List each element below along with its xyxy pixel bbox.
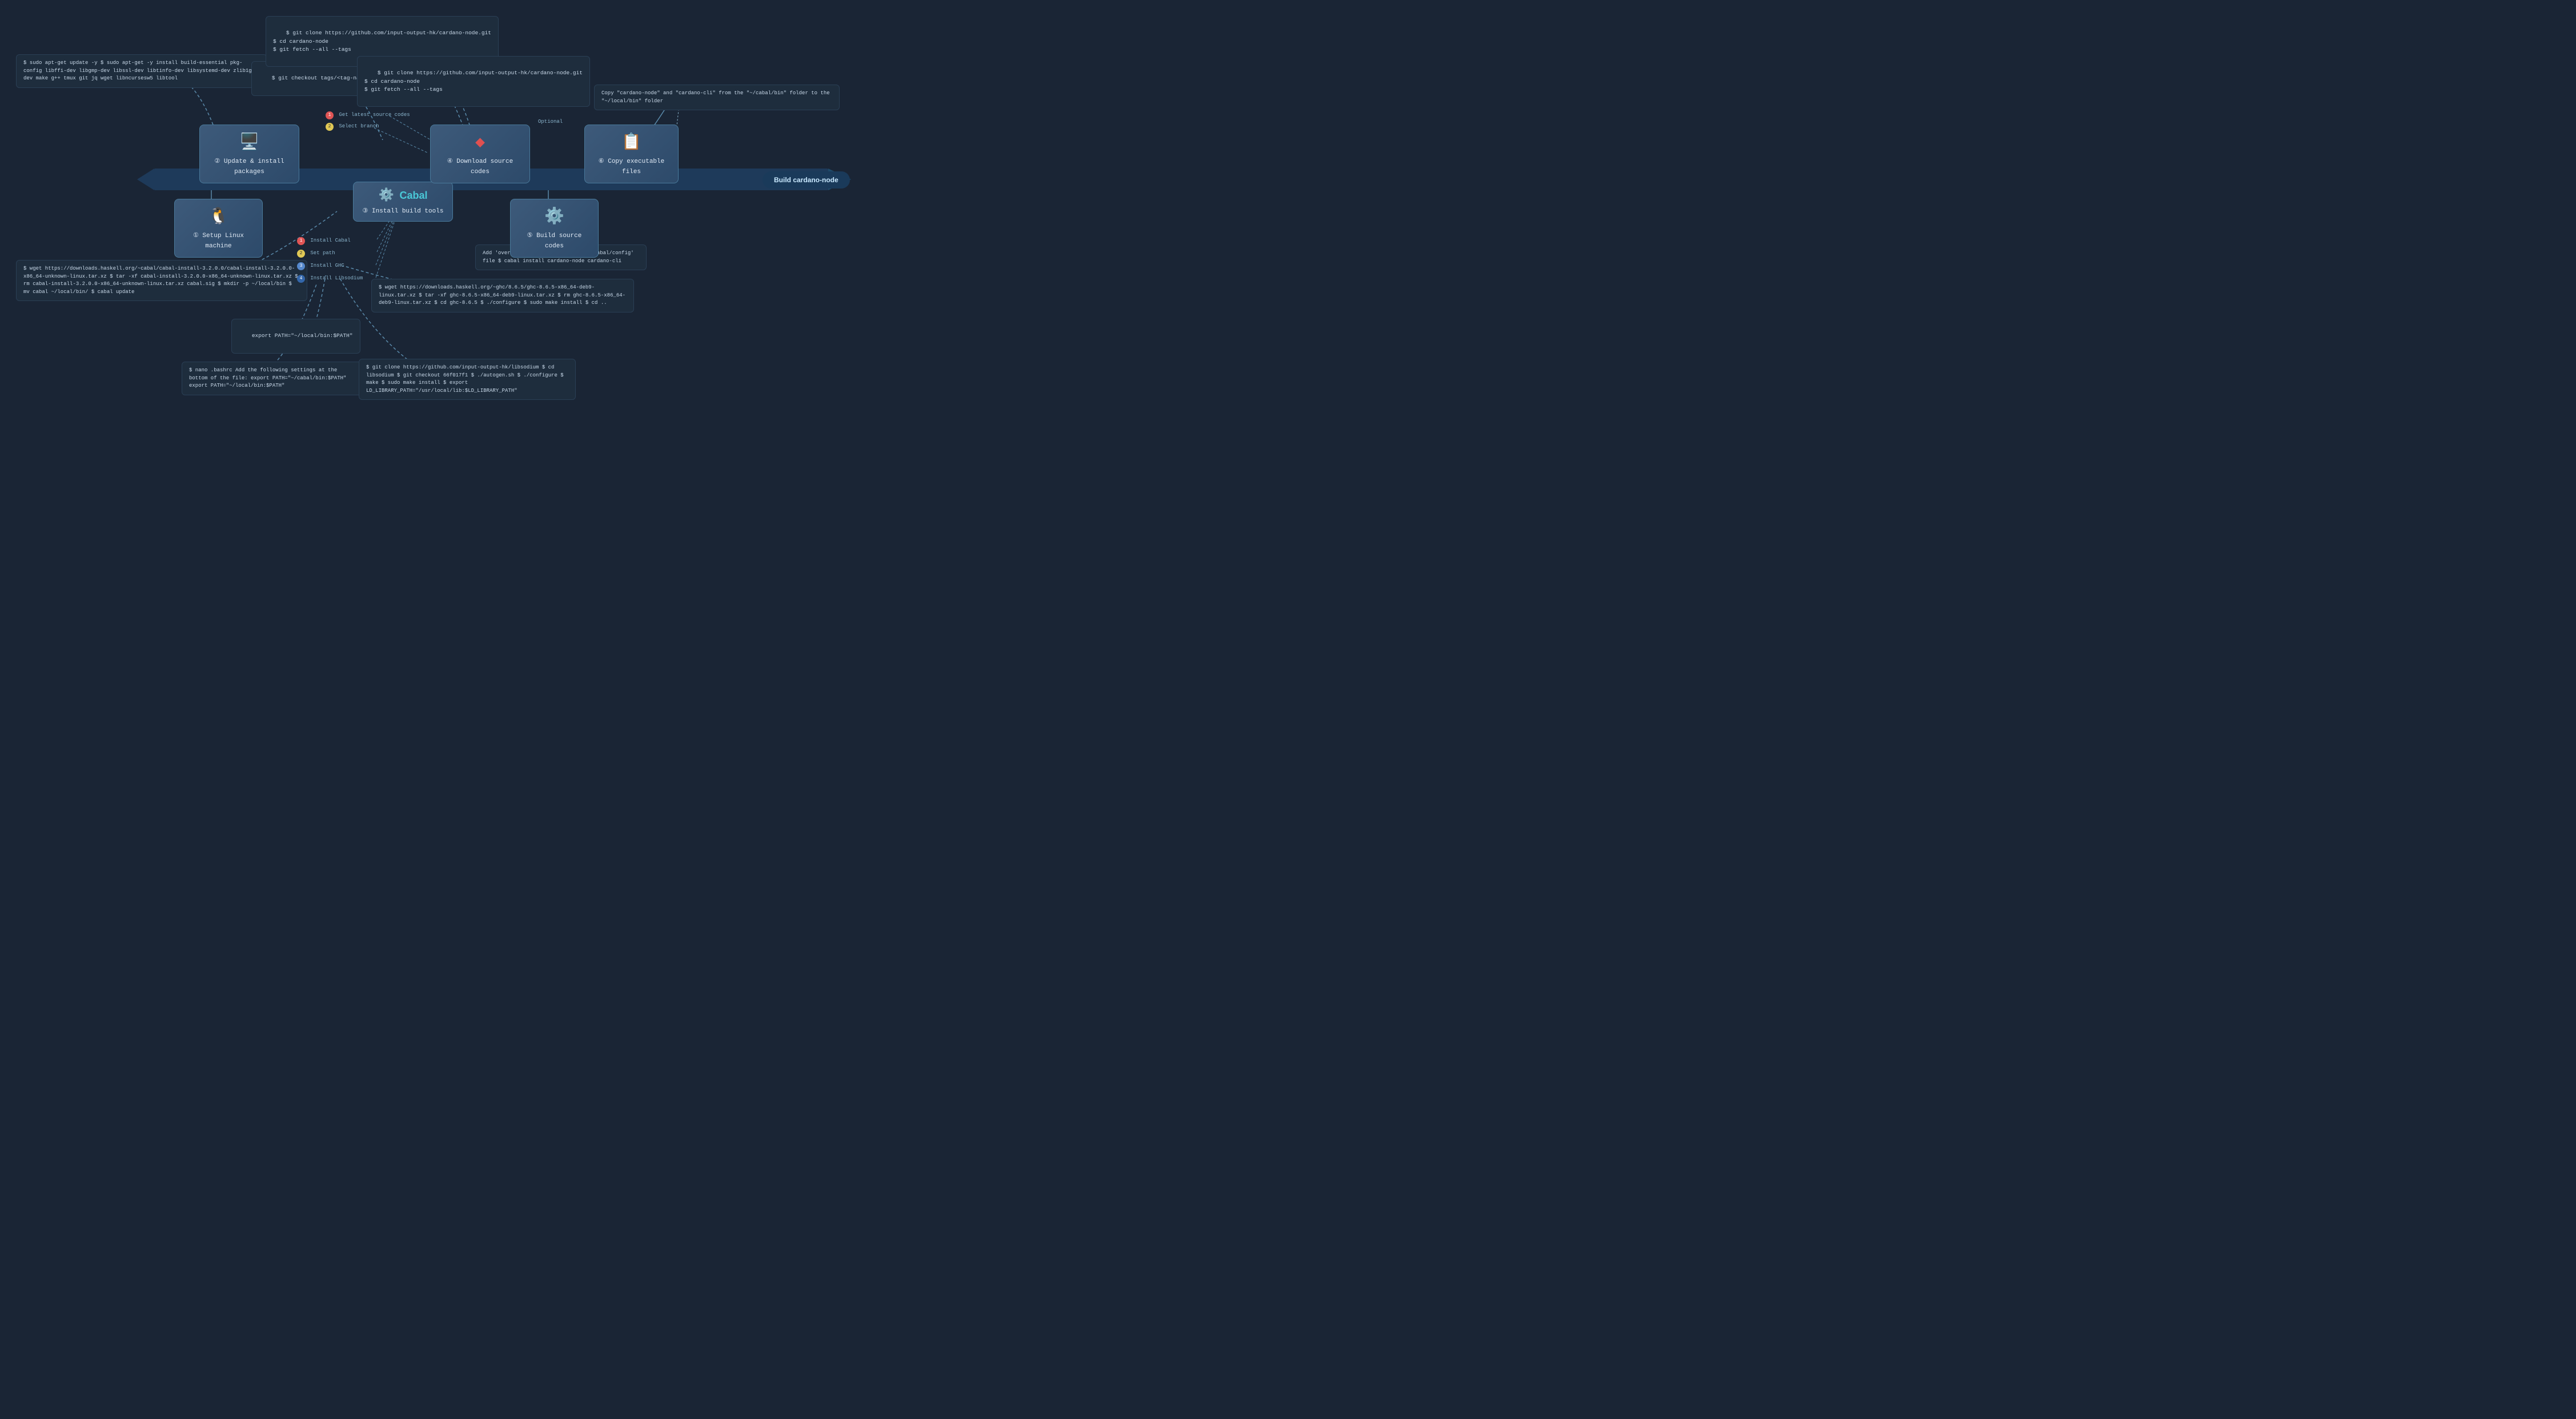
cabal-text: Cabal: [399, 190, 427, 201]
num-get-latest: 1: [326, 111, 334, 119]
optional-text: Optional: [538, 119, 563, 125]
label-get-latest-text: Get latest source codes: [339, 112, 410, 118]
copy-icon: 📋: [596, 132, 667, 152]
gear-icon: ⚙️: [522, 206, 587, 226]
code-copy: Copy "cardano-node" and "cardano-cli" fr…: [594, 85, 840, 110]
code-apt-update-text: $ sudo apt-get update -y $ sudo apt-get …: [23, 60, 255, 81]
label-set-path-text: Set path: [310, 250, 335, 256]
code-ghc-install-text: $ wget https://downloads.haskell.org/~gh…: [379, 284, 625, 306]
label-install-libsodium-text: Install Libsodium: [310, 275, 363, 281]
label-set-path: 2 Set path: [297, 250, 335, 258]
num-install-libsodium: 4: [297, 275, 305, 283]
monitor-icon: 🖥️: [211, 132, 287, 152]
diamond-icon: ◆: [442, 132, 518, 152]
node-build-source[interactable]: ⚙️ ⑤ Build source codes: [510, 199, 599, 258]
label-install-ghc: 3 Install GHC: [297, 262, 344, 270]
code-libsodium-text: $ git clone https://github.com/input-out…: [366, 364, 564, 394]
cabal-logo-area: ⚙️ Cabal: [362, 188, 444, 203]
node-copy-files-label: ⑥ Copy executable files: [599, 158, 664, 175]
node-setup-linux[interactable]: 🐧 ① Setup Linux machine: [174, 199, 263, 258]
label-install-cabal: 1 Install Cabal: [297, 237, 351, 245]
code-export-path: export PATH="~/local/bin:$PATH": [231, 319, 360, 354]
num-set-path: 2: [297, 250, 305, 258]
code-clone-1-text: $ git clone https://github.com/input-out…: [273, 30, 491, 53]
cabal-icon: ⚙️: [378, 189, 394, 203]
code-libsodium: $ git clone https://github.com/input-out…: [359, 359, 576, 400]
linux-icon: 🐧: [186, 206, 251, 226]
node-update-packages[interactable]: 🖥️ ② Update & install packages: [199, 125, 299, 183]
workflow-canvas: Build cardano-node $ sudo apt-get update…: [0, 0, 860, 473]
label-install-ghc-text: Install GHC: [310, 263, 344, 268]
code-clone-2: $ git clone https://github.com/input-out…: [357, 56, 590, 107]
label-select-branch: 2 Select branch: [326, 123, 379, 131]
node-install-build-tools-label: ③ Install build tools: [363, 208, 444, 215]
output-label-text: Build cardano-node: [774, 176, 838, 184]
node-setup-linux-label: ① Setup Linux machine: [193, 233, 244, 250]
label-get-latest: 1 Get latest source codes: [326, 111, 410, 119]
node-build-source-label: ⑤ Build source codes: [527, 233, 582, 250]
label-install-libsodium: 4 Install Libsodium: [297, 275, 363, 283]
code-apt-update: $ sudo apt-get update -y $ sudo apt-get …: [16, 54, 267, 88]
node-install-build-tools[interactable]: ⚙️ Cabal ③ Install build tools: [353, 182, 453, 222]
num-install-cabal: 1: [297, 237, 305, 245]
code-cabal-install: $ wget https://downloads.haskell.org/~ca…: [16, 260, 307, 301]
code-export-path-text: export PATH="~/local/bin:$PATH": [252, 332, 353, 339]
num-select-branch: 2: [326, 123, 334, 131]
code-ghc-install: $ wget https://downloads.haskell.org/~gh…: [371, 279, 634, 312]
num-install-ghc: 3: [297, 262, 305, 270]
code-cabal-install-text: $ wget https://downloads.haskell.org/~ca…: [23, 266, 298, 295]
code-clone-2-text: $ git clone https://github.com/input-out…: [364, 70, 583, 93]
node-copy-files[interactable]: 📋 ⑥ Copy executable files: [584, 125, 679, 183]
code-bashrc: $ nano .bashrc Add the following setting…: [182, 362, 364, 395]
code-copy-text: Copy "cardano-node" and "cardano-cli" fr…: [601, 90, 830, 104]
node-download-source[interactable]: ◆ ④ Download source codes: [430, 125, 530, 183]
code-bashrc-text: $ nano .bashrc Add the following setting…: [189, 367, 346, 388]
node-download-source-label: ④ Download source codes: [447, 158, 513, 175]
node-update-packages-label: ② Update & install packages: [214, 158, 284, 175]
build-output-label: Build cardano-node: [763, 171, 850, 189]
label-optional: Optional: [538, 119, 563, 125]
label-select-branch-text: Select branch: [339, 123, 379, 129]
label-install-cabal-text: Install Cabal: [310, 238, 350, 243]
code-checkout-text: $ git checkout tags/<tag-name>: [272, 75, 370, 81]
